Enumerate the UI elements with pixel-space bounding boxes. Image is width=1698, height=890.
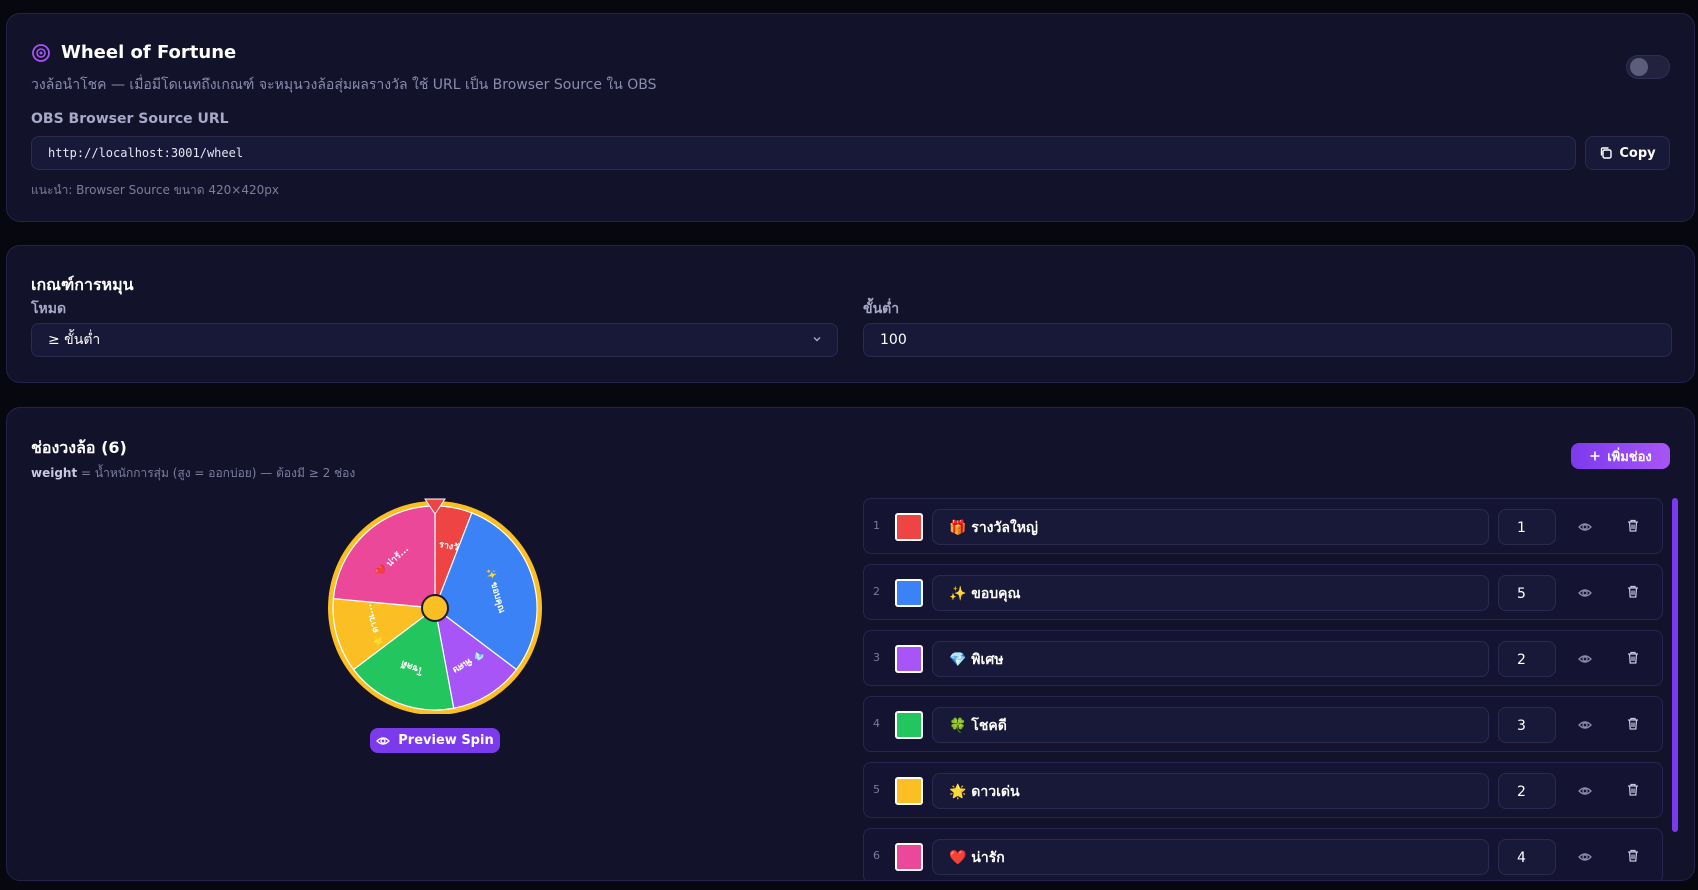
size-hint: แนะนำ: Browser Source ขนาด 420×420px bbox=[31, 183, 279, 197]
wheel-graphic: 🎁 รางวั...✨ ขอบคุณ💎 พิเศษโชคดี🌟 ดาวเ...❤… bbox=[328, 498, 542, 715]
add-slot-button[interactable]: เพิ่มช่อง bbox=[1571, 443, 1670, 469]
slot-color-swatch[interactable] bbox=[895, 579, 923, 607]
chevron-down-icon bbox=[813, 337, 821, 342]
trash-icon[interactable] bbox=[1626, 518, 1640, 537]
copy-icon bbox=[1601, 147, 1613, 159]
page-title: Wheel of Fortune bbox=[61, 42, 237, 63]
copy-button-label: Copy bbox=[1619, 145, 1656, 161]
weight-note-text: = น้ำหนักการสุ่ม (สูง = ออกบ่อย) — ต้องม… bbox=[77, 466, 356, 480]
slot-color-swatch[interactable] bbox=[895, 843, 923, 871]
slot-index: 6 bbox=[873, 849, 880, 862]
eye-icon[interactable] bbox=[1578, 783, 1592, 802]
slot-color-swatch[interactable] bbox=[895, 711, 923, 739]
slot-label-input[interactable]: ✨ ขอบคุณ bbox=[932, 575, 1489, 611]
slot-index: 5 bbox=[873, 783, 880, 796]
add-slot-label: เพิ่มช่อง bbox=[1607, 449, 1652, 465]
slots-title: ช่องวงล้อ (6) bbox=[31, 438, 127, 457]
wheel-hub bbox=[421, 594, 449, 622]
min-label: ขั้นต่ำ bbox=[863, 301, 900, 317]
weight-note-bold: weight bbox=[31, 466, 78, 480]
eye-icon[interactable] bbox=[1578, 651, 1592, 670]
slot-row: 6 ❤️ น่ารัก 4 bbox=[863, 828, 1663, 880]
slot-color-swatch[interactable] bbox=[895, 513, 923, 541]
slot-weight-input[interactable]: 1 bbox=[1498, 509, 1556, 545]
slot-weight-input[interactable]: 5 bbox=[1498, 575, 1556, 611]
obs-url-field[interactable]: http://localhost:3001/wheel bbox=[31, 136, 1576, 170]
url-label: OBS Browser Source URL bbox=[31, 111, 229, 127]
slot-index: 3 bbox=[873, 651, 880, 664]
slot-weight-input[interactable]: 3 bbox=[1498, 707, 1556, 743]
spin-criteria-card: เกณฑ์การหมุน โหมด ≥ ขั้นต่ำ ขั้นต่ำ 100 bbox=[6, 245, 1695, 383]
preview-spin-button[interactable]: Preview Spin bbox=[370, 728, 500, 753]
slot-label-input[interactable]: 🌟 ดาวเด่น bbox=[932, 773, 1489, 809]
slot-label-input[interactable]: ❤️ น่ารัก bbox=[932, 839, 1489, 875]
trash-icon[interactable] bbox=[1626, 848, 1640, 867]
slot-weight-input[interactable]: 2 bbox=[1498, 773, 1556, 809]
preview-spin-label: Preview Spin bbox=[398, 733, 494, 748]
wheel-slots-card: ช่องวงล้อ (6) weight = น้ำหนักการสุ่ม (ส… bbox=[6, 407, 1695, 881]
eye-icon[interactable] bbox=[1578, 519, 1592, 538]
wheel-slice bbox=[332, 505, 436, 609]
toggle-knob bbox=[1630, 58, 1648, 76]
trash-icon[interactable] bbox=[1626, 584, 1640, 603]
slot-index: 4 bbox=[873, 717, 880, 730]
obs-source-card: Wheel of Fortune วงล้อนำโชค — เมื่อมีโดเ… bbox=[6, 13, 1695, 222]
trash-icon[interactable] bbox=[1626, 716, 1640, 735]
slot-row: 4 🍀 โชคดี 3 bbox=[863, 696, 1663, 752]
slot-row: 3 💎 พิเศษ 2 bbox=[863, 630, 1663, 686]
slot-row: 1 🎁 รางวัลใหญ่ 1 bbox=[863, 498, 1663, 554]
slot-color-swatch[interactable] bbox=[895, 645, 923, 673]
slot-index: 1 bbox=[873, 519, 880, 532]
enable-toggle[interactable] bbox=[1626, 55, 1670, 79]
slot-list[interactable]: 1 🎁 รางวัลใหญ่ 1 2 ✨ ขอบคุณ 5 3 💎 พิเศษ 2 4 🍀 โชคด… bbox=[863, 498, 1673, 880]
trash-icon[interactable] bbox=[1626, 650, 1640, 669]
eye-icon bbox=[376, 736, 391, 745]
slot-row: 5 🌟 ดาวเด่น 2 bbox=[863, 762, 1663, 818]
title-row: Wheel of Fortune bbox=[31, 42, 236, 63]
slot-color-swatch[interactable] bbox=[895, 777, 923, 805]
mode-value: ≥ ขั้นต่ำ bbox=[48, 332, 101, 348]
mode-select[interactable]: ≥ ขั้นต่ำ bbox=[31, 323, 838, 357]
page-subtitle: วงล้อนำโชค — เมื่อมีโดเนทถึงเกณฑ์ จะหมุน… bbox=[31, 77, 657, 93]
mode-label: โหมด bbox=[31, 301, 67, 317]
slot-row: 2 ✨ ขอบคุณ 5 bbox=[863, 564, 1663, 620]
slot-index: 2 bbox=[873, 585, 880, 598]
slot-weight-input[interactable]: 2 bbox=[1498, 641, 1556, 677]
slot-list-scrollbar[interactable] bbox=[1672, 498, 1678, 832]
slot-label-input[interactable]: 🎁 รางวัลใหญ่ bbox=[932, 509, 1489, 545]
criteria-title: เกณฑ์การหมุน bbox=[31, 275, 134, 294]
weight-note: weight = น้ำหนักการสุ่ม (สูง = ออกบ่อย) … bbox=[31, 464, 355, 483]
min-amount-input[interactable]: 100 bbox=[863, 323, 1672, 357]
plus-icon bbox=[1590, 451, 1600, 461]
eye-icon[interactable] bbox=[1578, 585, 1592, 604]
eye-icon[interactable] bbox=[1578, 849, 1592, 868]
eye-icon[interactable] bbox=[1578, 717, 1592, 736]
wheel-icon bbox=[32, 43, 50, 62]
copy-button[interactable]: Copy bbox=[1585, 136, 1670, 170]
slot-label-input[interactable]: 💎 พิเศษ bbox=[932, 641, 1489, 677]
wheel-preview: 🎁 รางวั... ✨ ขอบคุณ 💎 พิเศษ โชคดี 🌟 ดาวเ... ❤… bbox=[325, 498, 545, 715]
slot-weight-input[interactable]: 4 bbox=[1498, 839, 1556, 875]
trash-icon[interactable] bbox=[1626, 782, 1640, 801]
slot-label-input[interactable]: 🍀 โชคดี bbox=[932, 707, 1489, 743]
